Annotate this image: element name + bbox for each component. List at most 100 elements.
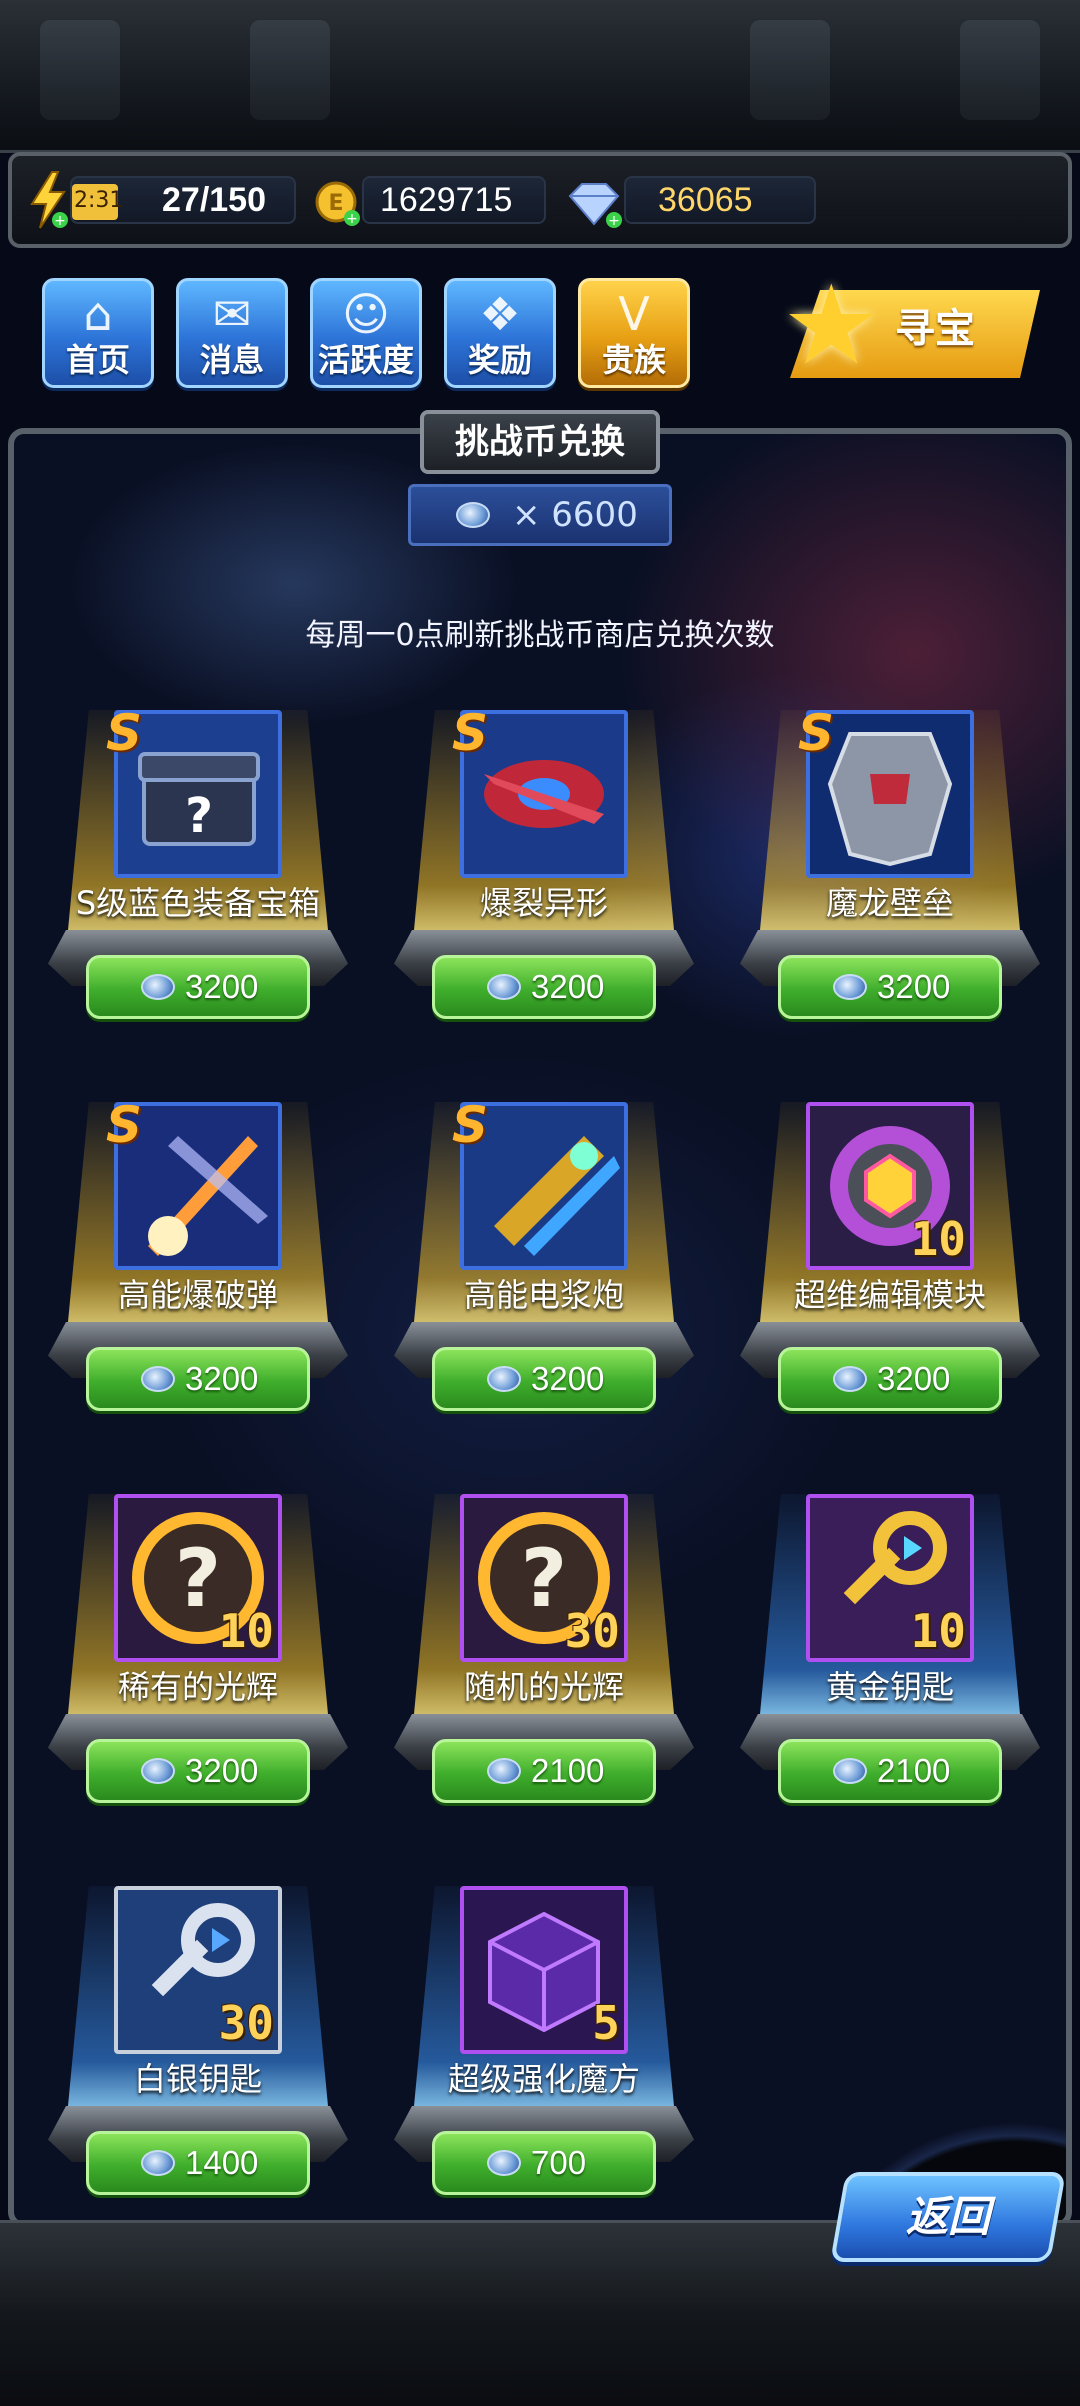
shop-item[interactable]: ? 30 随机的光辉 2100	[394, 1494, 694, 1803]
shop-item[interactable]: ? S S级蓝色装备宝箱 3200	[48, 704, 348, 1019]
item-price: 1400	[185, 2144, 259, 2181]
grade-badge: S	[452, 704, 489, 762]
question-orb-icon[interactable]: ? 10	[114, 1494, 282, 1662]
item-name: 高能爆破弹	[117, 1276, 278, 1314]
item-price: 3200	[531, 968, 605, 1005]
nav-rewards[interactable]: ❖ 奖励	[444, 278, 556, 388]
item-name: 黄金钥匙	[825, 1668, 954, 1706]
challenge-coin-icon	[141, 1758, 175, 1784]
exchange-button[interactable]: 3200	[432, 1347, 656, 1411]
gold-coin-icon[interactable]: E +	[314, 180, 362, 228]
star-jet-icon: ★	[782, 261, 881, 389]
item-count: 10	[910, 1604, 966, 1658]
item-count: 10	[910, 1212, 966, 1266]
exchange-button[interactable]: 700	[432, 2131, 656, 2195]
purple-cube-icon[interactable]: 5	[460, 1886, 628, 2054]
exchange-button[interactable]: 3200	[86, 1347, 310, 1411]
diamond-icon[interactable]: +	[564, 178, 624, 229]
exchange-button[interactable]: 3200	[778, 955, 1002, 1019]
item-name: 爆裂异形	[479, 884, 608, 922]
nav-noble-label: 贵族	[601, 341, 666, 379]
nav-rewards-label: 奖励	[467, 341, 532, 379]
svg-text:?: ?	[175, 1532, 221, 1625]
nav-home-label: 首页	[65, 341, 130, 379]
grade-badge: S	[798, 704, 835, 762]
shop-item[interactable]: 10 黄金钥匙 2100	[740, 1494, 1040, 1803]
item-price: 700	[531, 2144, 587, 2181]
item-price: 2100	[877, 1752, 951, 1789]
energy-value: 27/150	[162, 181, 266, 219]
exchange-button[interactable]: 2100	[778, 1739, 1002, 1803]
item-price: 3200	[185, 1752, 259, 1789]
nav-messages[interactable]: ✉ 消息	[176, 278, 288, 388]
shop-item[interactable]: S 高能电浆炮 3200	[394, 1096, 694, 1411]
nav-noble[interactable]: V 贵族	[578, 278, 690, 388]
item-count: 10	[218, 1604, 274, 1658]
item-name: 高能电浆炮	[463, 1276, 624, 1314]
shop-item[interactable]: 5 超级强化魔方 700	[394, 1886, 694, 2195]
question-orb-icon[interactable]: ? 30	[460, 1494, 628, 1662]
shop-item[interactable]: S 高能爆破弹 3200	[48, 1096, 348, 1411]
exchange-button[interactable]: 3200	[778, 1347, 1002, 1411]
currency-amount: × 6600	[512, 495, 638, 535]
item-price: 3200	[185, 968, 259, 1005]
nav-messages-label: 消息	[199, 341, 264, 379]
energy-timer: 2:31	[74, 188, 124, 213]
shop-item[interactable]: 10 超维编辑模块 3200	[740, 1102, 1040, 1411]
challenge-coin-icon	[487, 1366, 521, 1392]
challenge-coin-icon	[141, 2150, 175, 2176]
shop-item[interactable]: S 魔龙壁垒 3200	[740, 704, 1040, 1019]
exchange-button[interactable]: 2100	[432, 1739, 656, 1803]
exchange-button[interactable]: 3200	[432, 955, 656, 1019]
shop-item[interactable]: 30 白银钥匙 1400	[48, 1886, 348, 2195]
item-name: 随机的光辉	[463, 1668, 624, 1706]
challenge-coin-icon	[456, 502, 490, 528]
challenge-coin-icon	[141, 1366, 175, 1392]
silver-key-icon[interactable]: 30	[114, 1886, 282, 2054]
item-count: 30	[218, 1996, 274, 2050]
exchange-button[interactable]: 3200	[86, 1739, 310, 1803]
smile-badge-icon: ☺	[342, 287, 390, 341]
gold-key-icon[interactable]: 10	[806, 1494, 974, 1662]
lightning-icon[interactable]: +	[26, 170, 70, 230]
item-price: 3200	[185, 1360, 259, 1397]
grade-badge: S	[106, 1096, 143, 1154]
gold-value: 1629715	[380, 181, 513, 219]
back-label: 返回	[905, 2192, 990, 2241]
nav-activity[interactable]: ☺ 活跃度	[310, 278, 422, 388]
gem-module-icon[interactable]: 10	[806, 1102, 974, 1270]
item-count: 30	[564, 1604, 620, 1658]
svg-text:E: E	[328, 191, 343, 216]
grade-badge: S	[452, 1096, 489, 1154]
svg-text:+: +	[608, 213, 620, 228]
item-name: S级蓝色装备宝箱	[75, 884, 321, 922]
item-name: 超级强化魔方	[447, 2060, 640, 2098]
svg-text:?: ?	[185, 788, 213, 844]
item-name: 白银钥匙	[133, 2060, 262, 2098]
challenge-coin-icon	[833, 1366, 867, 1392]
shop-item[interactable]: S 爆裂异形 3200	[394, 704, 694, 1019]
svg-text:+: +	[54, 213, 66, 229]
item-count: 5	[592, 1996, 620, 2050]
exchange-button[interactable]: 3200	[86, 955, 310, 1019]
top-frame	[0, 0, 1080, 153]
item-price: 2100	[531, 1752, 605, 1789]
item-name: 稀有的光辉	[117, 1668, 278, 1706]
refresh-notice: 每周一0点刷新挑战币商店兑换次数	[305, 618, 775, 653]
svg-text:+: +	[346, 211, 358, 227]
challenge-coin-icon	[487, 2150, 521, 2176]
panel-title: 挑战币兑换	[455, 422, 625, 462]
noble-v-icon: V	[618, 287, 650, 341]
nav-home[interactable]: ⌂ 首页	[42, 278, 154, 388]
grade-badge: S	[106, 704, 143, 762]
home-icon: ⌂	[83, 287, 113, 341]
exchange-button[interactable]: 1400	[86, 2131, 310, 2195]
challenge-coin-icon	[487, 1758, 521, 1784]
challenge-coin-icon	[487, 974, 521, 1000]
gift-icon: ❖	[479, 287, 521, 341]
mail-icon: ✉	[212, 287, 252, 341]
shop-item[interactable]: ? 10 稀有的光辉 3200	[48, 1494, 348, 1803]
item-name: 魔龙壁垒	[825, 884, 954, 922]
challenge-coin-icon	[833, 1758, 867, 1784]
challenge-coin-icon	[141, 974, 175, 1000]
